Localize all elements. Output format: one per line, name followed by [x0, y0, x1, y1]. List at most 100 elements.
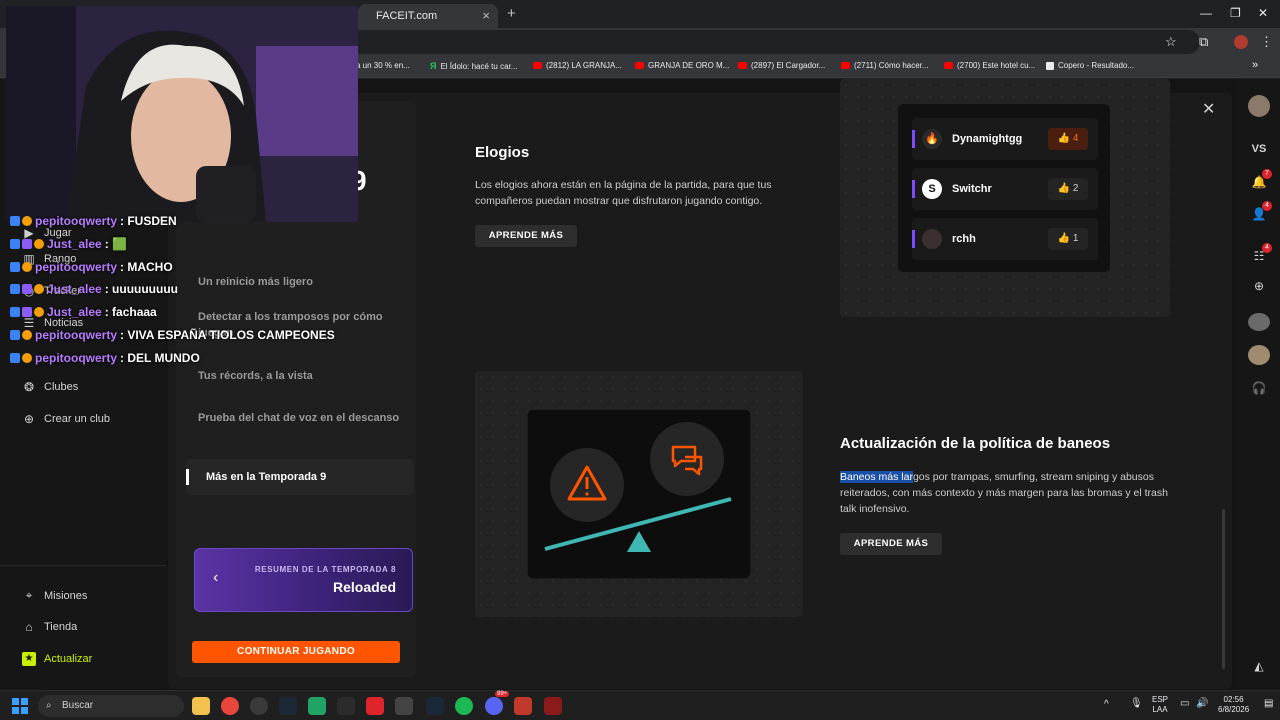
like-count[interactable]: 👍 4: [1048, 128, 1088, 150]
upgrade-icon: ★: [22, 652, 36, 666]
mic-icon[interactable]: 🎙: [1130, 699, 1143, 709]
copero-favicon-icon: [1046, 61, 1054, 70]
notif-badge: 7: [1262, 169, 1272, 179]
youtube-icon: [841, 62, 850, 69]
window-close-icon[interactable]: ✕: [1258, 6, 1268, 20]
sidebar-item-tienda[interactable]: ⌂ Tienda: [22, 620, 77, 634]
discord-icon[interactable]: 99+: [485, 691, 510, 715]
browser-menu-icon[interactable]: ⋮: [1260, 34, 1273, 50]
search-icon: ⌕: [46, 700, 52, 711]
modal-scrollbar[interactable]: [1222, 509, 1225, 669]
youtube-icon: [533, 62, 542, 69]
volume-icon[interactable]: 🔊: [1196, 699, 1208, 709]
network-icon[interactable]: ▭: [1180, 699, 1189, 709]
tray-chevron-icon[interactable]: ^: [1104, 700, 1109, 710]
ban-title: Actualización de la política de baneos: [840, 435, 1111, 452]
tab-close-icon[interactable]: ×: [482, 8, 490, 23]
sidebar-item-clubes[interactable]: ❂ Clubes: [22, 380, 78, 394]
modal-close-icon[interactable]: ✕: [1202, 99, 1215, 119]
season-8-recap-card[interactable]: ‹ RESUMEN DE LA TEMPORADA 8 Reloaded: [194, 548, 413, 612]
ban-body: Baneos más largos por trampas, smurfing,…: [840, 471, 1168, 515]
app-icon[interactable]: [337, 697, 355, 715]
file-explorer-icon[interactable]: [192, 697, 210, 715]
ban-learn-more-button[interactable]: APRENDE MÁS: [840, 533, 942, 555]
praise-learn-more-button[interactable]: APRENDE MÁS: [475, 225, 577, 247]
friend-avatar[interactable]: [1248, 313, 1270, 331]
clock[interactable]: 02:56 6/8/2026: [1218, 695, 1249, 715]
toc-item[interactable]: Prueba del chat de voz en el descanso: [198, 410, 404, 426]
headset-icon[interactable]: 🎧: [1248, 381, 1270, 395]
bookmark-star-icon[interactable]: ☆: [1165, 34, 1177, 50]
more-bookmarks-icon[interactable]: »: [1252, 59, 1258, 71]
faceit-logo-icon[interactable]: ◭: [1248, 659, 1270, 673]
chat-message: pepitooqwerty: MACHO: [10, 260, 173, 274]
bookmark-item[interactable]: Я El Ídolo: hacé tu car...: [430, 61, 517, 71]
bookmark-item[interactable]: (2700) Este hotel cu...: [944, 61, 1035, 70]
toc-item[interactable]: Tus récords, a la vista: [198, 368, 404, 384]
streamer-webcam: [6, 6, 358, 222]
user-initials[interactable]: VS: [1248, 143, 1270, 155]
webcam-feed-image: [6, 6, 358, 222]
sidebar-divider: [0, 565, 166, 566]
notifications-icon[interactable]: 🔔 7: [1248, 169, 1272, 189]
maximize-icon[interactable]: ❐: [1230, 6, 1241, 20]
row-accent: [912, 130, 915, 148]
chevron-left-icon: ‹: [213, 569, 219, 586]
new-tab-button[interactable]: +: [507, 5, 516, 22]
profile-avatar-icon[interactable]: [1234, 35, 1248, 49]
app-icon[interactable]: [250, 697, 268, 715]
steam-icon[interactable]: [279, 697, 297, 715]
chrome-icon[interactable]: [221, 697, 239, 715]
minimize-icon[interactable]: —: [1200, 6, 1212, 20]
chat-message: pepitooqwerty: VIVA ESPAÑA TIOLOS CAMPEO…: [10, 328, 335, 342]
notification-center-icon[interactable]: ▤: [1264, 699, 1273, 709]
friends-badge: 4: [1262, 201, 1272, 211]
extensions-icon[interactable]: ⧉: [1199, 34, 1208, 50]
sidebar-item-misiones[interactable]: ⌖ Misiones: [22, 588, 88, 603]
party-badge: 4: [1262, 243, 1272, 253]
bookmark-item[interactable]: GRANJA DE ORO M...: [635, 61, 729, 70]
player-name: Dynamightgg: [952, 133, 1023, 145]
user-avatar[interactable]: [1248, 95, 1270, 117]
chat-message: Just_alee: uuuuuuuuu: [10, 282, 178, 296]
app-icon[interactable]: [395, 697, 413, 715]
toc-item[interactable]: Un reinicio más ligero: [198, 274, 404, 290]
praise-row: 🔥 Dynamightgg 👍 4: [912, 118, 1098, 160]
party-icon[interactable]: ☷ 4: [1248, 243, 1272, 263]
bookmark-item[interactable]: Copero - Resultado...: [1046, 61, 1134, 70]
app-icon[interactable]: [366, 697, 384, 715]
friends-icon[interactable]: 👤 4: [1248, 201, 1272, 221]
flame-avatar-icon: 🔥: [922, 129, 942, 149]
continue-playing-button[interactable]: CONTINUAR JUGANDO: [192, 641, 400, 663]
row-accent: [912, 230, 915, 248]
app-icon[interactable]: [514, 697, 532, 715]
app-icon[interactable]: [308, 697, 326, 715]
windows-start-icon[interactable]: [12, 698, 28, 714]
bookmark-item[interactable]: a un 30 % en...: [356, 61, 410, 70]
sidebar-item-crear-club[interactable]: ⊕ Crear un club: [22, 412, 110, 426]
language-indicator[interactable]: ESP LAA: [1152, 695, 1168, 715]
bookmark-item[interactable]: (2711) Cómo hacer...: [841, 61, 929, 70]
friend-avatar[interactable]: [1248, 345, 1270, 365]
praise-illustration-panel: 🔥 Dynamightgg 👍 4 S Switchr 👍 2 rchh 👍 1: [840, 79, 1170, 317]
youtube-icon: [635, 62, 644, 69]
praise-body: Los elogios ahora están en la página de …: [475, 179, 772, 207]
add-circle-icon[interactable]: ⊕: [1248, 279, 1270, 293]
player-name: Switchr: [952, 183, 992, 195]
spotify-icon[interactable]: [455, 697, 473, 715]
app-icon[interactable]: [544, 697, 562, 715]
steam-icon[interactable]: [426, 697, 444, 715]
toc-item-active[interactable]: Más en la Temporada 9: [186, 459, 414, 495]
bookmark-item[interactable]: (2812) LA GRANJA...: [533, 61, 622, 70]
omnibox[interactable]: [340, 30, 1200, 54]
browser-tab-faceit[interactable]: FACEIT.com ×: [358, 4, 498, 28]
bookmark-item[interactable]: (2897) El Cargador...: [738, 61, 825, 70]
praise-row: S Switchr 👍 2: [912, 168, 1098, 210]
taskbar-search[interactable]: ⌕ Buscar: [38, 695, 184, 717]
chat-message: pepitooqwerty: DEL MUNDO: [10, 351, 200, 365]
plus-circle-icon: ⊕: [23, 412, 35, 426]
sidebar-item-actualizar[interactable]: ★ Actualizar: [22, 652, 92, 666]
praise-row: rchh 👍 1: [912, 218, 1098, 260]
like-count[interactable]: 👍 2: [1048, 178, 1088, 200]
like-count[interactable]: 👍 1: [1048, 228, 1088, 250]
